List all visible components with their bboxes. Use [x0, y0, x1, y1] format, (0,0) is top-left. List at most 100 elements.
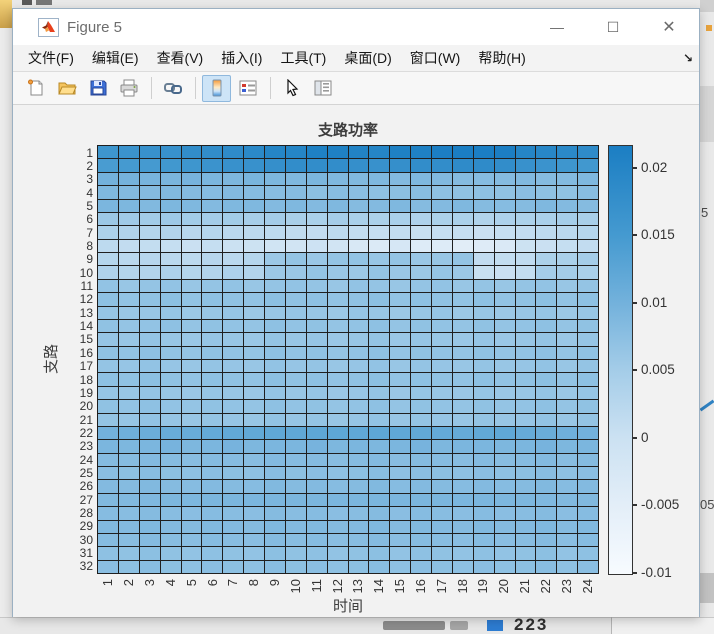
heatmap-cell: [244, 453, 264, 466]
heatmap-cell: [181, 400, 202, 413]
heatmap-cell: [390, 520, 411, 533]
heatmap-cell: [223, 533, 244, 547]
heatmap-cell: [202, 493, 223, 507]
heatmap-cell: [118, 467, 139, 480]
maximize-button[interactable]: ☐: [585, 9, 641, 45]
heatmap-cell: [369, 333, 390, 346]
heatmap-cell: [306, 172, 327, 186]
heatmap-cell: [306, 333, 327, 346]
heatmap-cell: [98, 507, 118, 520]
heatmap-cell: [348, 480, 369, 493]
background-blue-swatch: [487, 620, 503, 631]
background-folder-fragment: [0, 0, 12, 28]
heatmap-cell: [452, 440, 473, 453]
heatmap-cell: [306, 319, 327, 333]
background-text-fragment: 05: [700, 497, 714, 512]
heatmap-cell: [452, 186, 473, 199]
menu-item[interactable]: 帮助(H): [469, 45, 534, 71]
heatmap-cell: [348, 253, 369, 266]
figure-canvas[interactable]: 支路功率 支路 时间 1 2 3 4 5 6 7 8 9 10 11 12 13 14 15 16 17 18 19…: [13, 105, 699, 617]
heatmap-cell: [411, 159, 431, 172]
open-file-icon[interactable]: [52, 75, 81, 102]
heatmap-cell: [578, 560, 598, 573]
heatmap-plot-area[interactable]: [97, 145, 599, 574]
heatmap-cell: [181, 266, 202, 279]
y-tick-label: 5: [86, 199, 93, 214]
heatmap-cell: [411, 386, 431, 400]
heatmap-cell: [369, 253, 390, 266]
heatmap-cell: [578, 279, 598, 293]
heatmap-cell: [432, 533, 452, 547]
heatmap-cell: [223, 507, 244, 520]
heatmap-cell: [202, 413, 223, 426]
heatmap-cell: [452, 333, 473, 346]
menu-item[interactable]: 编辑(E): [83, 45, 148, 71]
heatmap-cell: [557, 266, 578, 279]
heatmap-cell: [557, 199, 578, 212]
minimize-button[interactable]: —: [529, 9, 585, 45]
heatmap-cell: [265, 413, 285, 426]
property-inspector-icon[interactable]: [308, 75, 337, 102]
heatmap-cell: [265, 520, 285, 533]
heatmap-cell: [202, 266, 223, 279]
heatmap-cell: [139, 386, 160, 400]
heatmap-cell: [494, 266, 515, 279]
heatmap-cell: [369, 440, 390, 453]
heatmap-cell: [432, 306, 452, 319]
heatmap-cell: [515, 253, 536, 266]
heatmap-cell: [432, 266, 452, 279]
heatmap-cell: [285, 440, 306, 453]
heatmap-cell: [202, 507, 223, 520]
heatmap-cell: [98, 293, 118, 306]
heatmap-cell: [473, 373, 494, 386]
title-bar[interactable]: Figure 5 — ☐ ✕: [13, 9, 699, 45]
save-icon[interactable]: [83, 75, 112, 102]
heatmap-cell: [494, 533, 515, 547]
menu-item[interactable]: 窗口(W): [401, 45, 470, 71]
heatmap-cell: [327, 319, 348, 333]
menu-item[interactable]: 查看(V): [148, 45, 213, 71]
print-icon[interactable]: [114, 75, 143, 102]
menu-overflow-icon[interactable]: ↘: [683, 45, 693, 71]
heatmap-cell: [327, 333, 348, 346]
heatmap-cell: [473, 253, 494, 266]
insert-colorbar-icon[interactable]: [202, 74, 231, 102]
heatmap-cell: [369, 172, 390, 186]
heatmap-cell: [265, 467, 285, 480]
heatmap-cell: [98, 520, 118, 533]
heatmap-cell: [160, 533, 181, 547]
heatmap-cell: [98, 159, 118, 172]
heatmap-cell: [306, 199, 327, 212]
link-plot-icon[interactable]: [158, 75, 187, 102]
heatmap-cell: [327, 199, 348, 212]
insert-legend-icon[interactable]: [233, 75, 262, 102]
heatmap-cell: [515, 293, 536, 306]
heatmap-cell: [327, 400, 348, 413]
heatmap-cell: [160, 199, 181, 212]
figure-window: Figure 5 — ☐ ✕ 文件(F) 编辑(E) 查看(V) 插入(I) 工具(T)…: [12, 8, 700, 617]
heatmap-cell: [411, 400, 431, 413]
menu-item[interactable]: 文件(F): [19, 45, 83, 71]
heatmap-cell: [160, 266, 181, 279]
menu-item[interactable]: 工具(T): [271, 45, 335, 71]
heatmap-cell: [494, 172, 515, 186]
heatmap-cell: [348, 172, 369, 186]
heatmap-cell: [432, 493, 452, 507]
y-tick-label: 4: [86, 185, 93, 200]
new-figure-icon[interactable]: [21, 75, 50, 102]
heatmap-cell: [515, 159, 536, 172]
heatmap-cell: [452, 560, 473, 573]
menu-item[interactable]: 桌面(D): [335, 45, 400, 71]
edit-plot-icon[interactable]: [277, 75, 306, 102]
heatmap-cell: [473, 440, 494, 453]
heatmap-cell: [536, 413, 557, 426]
menu-item[interactable]: 插入(I): [212, 45, 271, 71]
heatmap-cell: [223, 453, 244, 466]
colorbar-tick: [632, 369, 637, 372]
heatmap-cell: [223, 319, 244, 333]
close-button[interactable]: ✕: [641, 9, 697, 45]
heatmap-cell: [578, 172, 598, 186]
heatmap-cell: [306, 386, 327, 400]
heatmap-cell: [494, 159, 515, 172]
heatmap-cell: [432, 293, 452, 306]
